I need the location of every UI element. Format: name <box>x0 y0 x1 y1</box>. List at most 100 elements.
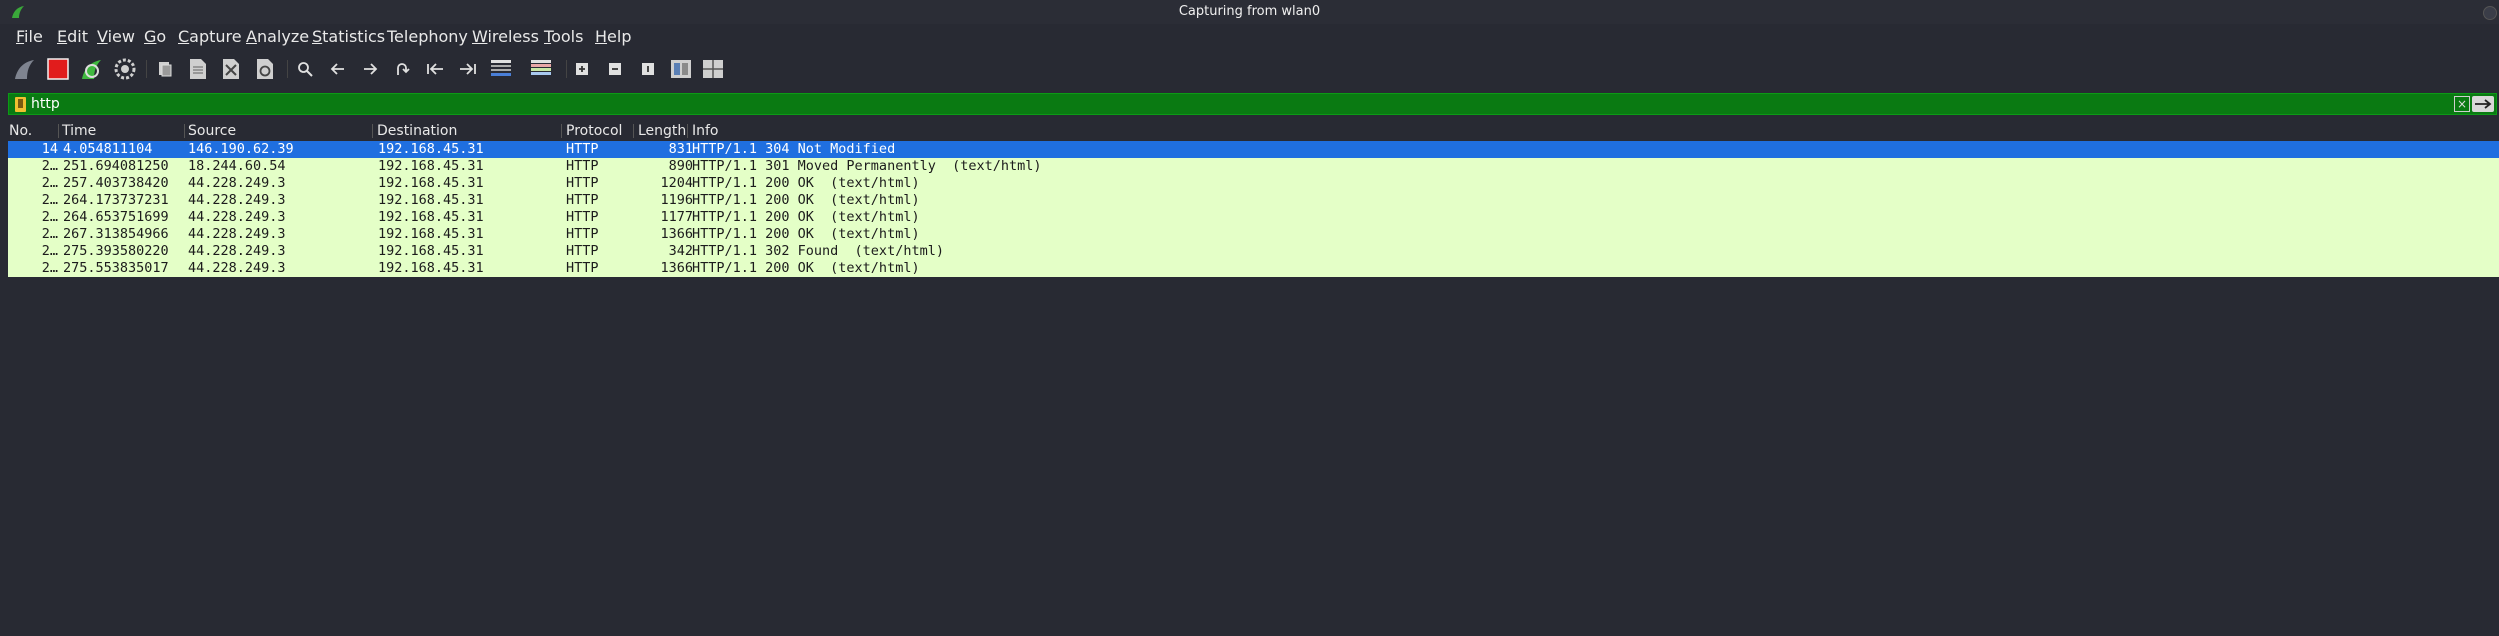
open-file-icon[interactable] <box>152 56 178 82</box>
go-forward-icon[interactable] <box>357 56 383 82</box>
go-to-packet-icon[interactable] <box>389 56 415 82</box>
column-divider[interactable] <box>561 124 562 138</box>
packet-no: 2… <box>41 158 58 174</box>
last-packet-icon[interactable] <box>455 56 481 82</box>
close-file-icon[interactable] <box>218 56 244 82</box>
bookmark-icon[interactable] <box>15 97 26 112</box>
column-divider[interactable] <box>633 124 634 138</box>
packet-no: 2… <box>41 226 58 242</box>
menu-analyze[interactable]: Analyze <box>246 24 309 50</box>
packet-row[interactable]: 2… 264.653751699 44.228.249.3 192.168.45… <box>8 209 2499 226</box>
column-divider[interactable] <box>184 124 185 138</box>
resize-columns-icon[interactable] <box>668 56 694 82</box>
packet-list-header: No. Time Source Destination Protocol Len… <box>0 122 2499 140</box>
packet-row[interactable]: 14 4.054811104 146.190.62.39 192.168.45.… <box>8 141 2499 158</box>
reload-file-icon[interactable] <box>252 56 278 82</box>
packet-protocol: HTTP <box>566 175 599 191</box>
save-file-icon[interactable] <box>185 56 211 82</box>
toolbar-separator <box>287 60 288 78</box>
packet-length: 1204 <box>660 175 693 191</box>
packet-row[interactable]: 2… 275.553835017 44.228.249.3 192.168.45… <box>8 260 2499 277</box>
packet-destination: 192.168.45.31 <box>378 175 484 191</box>
packet-row[interactable]: 2… 257.403738420 44.228.249.3 192.168.45… <box>8 175 2499 192</box>
packet-row[interactable]: 2… 275.393580220 44.228.249.3 192.168.45… <box>8 243 2499 260</box>
packet-length: 890 <box>668 158 693 174</box>
column-divider[interactable] <box>687 124 688 138</box>
zoom-out-icon[interactable] <box>602 56 628 82</box>
wireshark-fin-icon <box>12 6 24 18</box>
window-control-button[interactable] <box>2483 6 2497 20</box>
menu-view[interactable]: View <box>97 24 135 50</box>
packet-no: 2… <box>41 260 58 276</box>
menu-help[interactable]: Help <box>595 24 631 50</box>
packet-no: 14 <box>41 141 58 157</box>
packet-length: 1366 <box>660 226 693 242</box>
packet-destination: 192.168.45.31 <box>378 209 484 225</box>
packet-source: 18.244.60.54 <box>188 158 286 174</box>
packet-info: HTTP/1.1 200 OK (text/html) <box>692 192 920 208</box>
first-packet-icon[interactable] <box>422 56 448 82</box>
column-header-info[interactable]: Info <box>692 122 719 140</box>
packet-info: HTTP/1.1 200 OK (text/html) <box>692 226 920 242</box>
packet-protocol: HTTP <box>566 243 599 259</box>
column-header-destination[interactable]: Destination <box>377 122 457 140</box>
packet-time: 264.653751699 <box>63 209 169 225</box>
display-filter-input[interactable] <box>31 95 2461 113</box>
packet-protocol: HTTP <box>566 260 599 276</box>
packet-source: 44.228.249.3 <box>188 243 286 259</box>
packet-length: 1196 <box>660 192 693 208</box>
packet-no: 2… <box>41 175 58 191</box>
title-bar: Capturing from wlan0 <box>0 0 2499 24</box>
normal-size-icon[interactable] <box>635 56 661 82</box>
packet-source: 44.228.249.3 <box>188 260 286 276</box>
packet-row[interactable]: 2… 264.173737231 44.228.249.3 192.168.45… <box>8 192 2499 209</box>
menu-telephony[interactable]: Telephony <box>387 24 468 50</box>
clear-filter-icon[interactable]: × <box>2454 96 2470 112</box>
packet-row[interactable]: 2… 251.694081250 18.244.60.54 192.168.45… <box>8 158 2499 175</box>
column-header-source[interactable]: Source <box>188 122 236 140</box>
packet-info: HTTP/1.1 301 Moved Permanently (text/htm… <box>692 158 1042 174</box>
packet-source: 44.228.249.3 <box>188 209 286 225</box>
capture-options-icon[interactable] <box>112 56 138 82</box>
packet-destination: 192.168.45.31 <box>378 243 484 259</box>
menu-statistics[interactable]: Statistics <box>312 24 385 50</box>
packet-time: 264.173737231 <box>63 192 169 208</box>
column-header-length[interactable]: Length <box>638 122 686 140</box>
packet-protocol: HTTP <box>566 209 599 225</box>
layout-icon[interactable] <box>700 56 726 82</box>
column-header-protocol[interactable]: Protocol <box>566 122 622 140</box>
packet-destination: 192.168.45.31 <box>378 226 484 242</box>
packet-no: 2… <box>41 243 58 259</box>
packet-time: 275.393580220 <box>63 243 169 259</box>
packet-row[interactable]: 2… 267.313854966 44.228.249.3 192.168.45… <box>8 226 2499 243</box>
packet-source: 44.228.249.3 <box>188 226 286 242</box>
packet-time: 267.313854966 <box>63 226 169 242</box>
menu-edit[interactable]: Edit <box>57 24 88 50</box>
restart-capture-icon[interactable] <box>79 56 105 82</box>
zoom-in-icon[interactable] <box>569 56 595 82</box>
menu-wireless[interactable]: Wireless <box>472 24 539 50</box>
packet-time: 251.694081250 <box>63 158 169 174</box>
column-header-no[interactable]: No. <box>9 122 32 140</box>
stop-capture-icon[interactable] <box>45 56 71 82</box>
packet-length: 831 <box>668 141 693 157</box>
go-back-icon[interactable] <box>325 56 351 82</box>
colorize-icon[interactable] <box>528 56 554 82</box>
packet-list[interactable]: 14 4.054811104 146.190.62.39 192.168.45.… <box>8 141 2499 278</box>
find-packet-icon[interactable] <box>292 56 318 82</box>
packet-length: 1366 <box>660 260 693 276</box>
packet-time: 257.403738420 <box>63 175 169 191</box>
packet-source: 146.190.62.39 <box>188 141 294 157</box>
menu-go[interactable]: Go <box>144 24 166 50</box>
menu-file[interactable]: File <box>16 24 43 50</box>
auto-scroll-icon[interactable] <box>488 56 514 82</box>
display-filter-bar: × <box>8 93 2497 115</box>
column-divider[interactable] <box>58 124 59 138</box>
packet-time: 4.054811104 <box>63 141 153 157</box>
column-header-time[interactable]: Time <box>62 122 96 140</box>
menu-tools[interactable]: Tools <box>544 24 583 50</box>
column-divider[interactable] <box>372 124 373 138</box>
menu-capture[interactable]: Capture <box>178 24 242 50</box>
apply-filter-icon[interactable] <box>2472 96 2494 112</box>
shark-fin-icon[interactable] <box>12 56 38 82</box>
